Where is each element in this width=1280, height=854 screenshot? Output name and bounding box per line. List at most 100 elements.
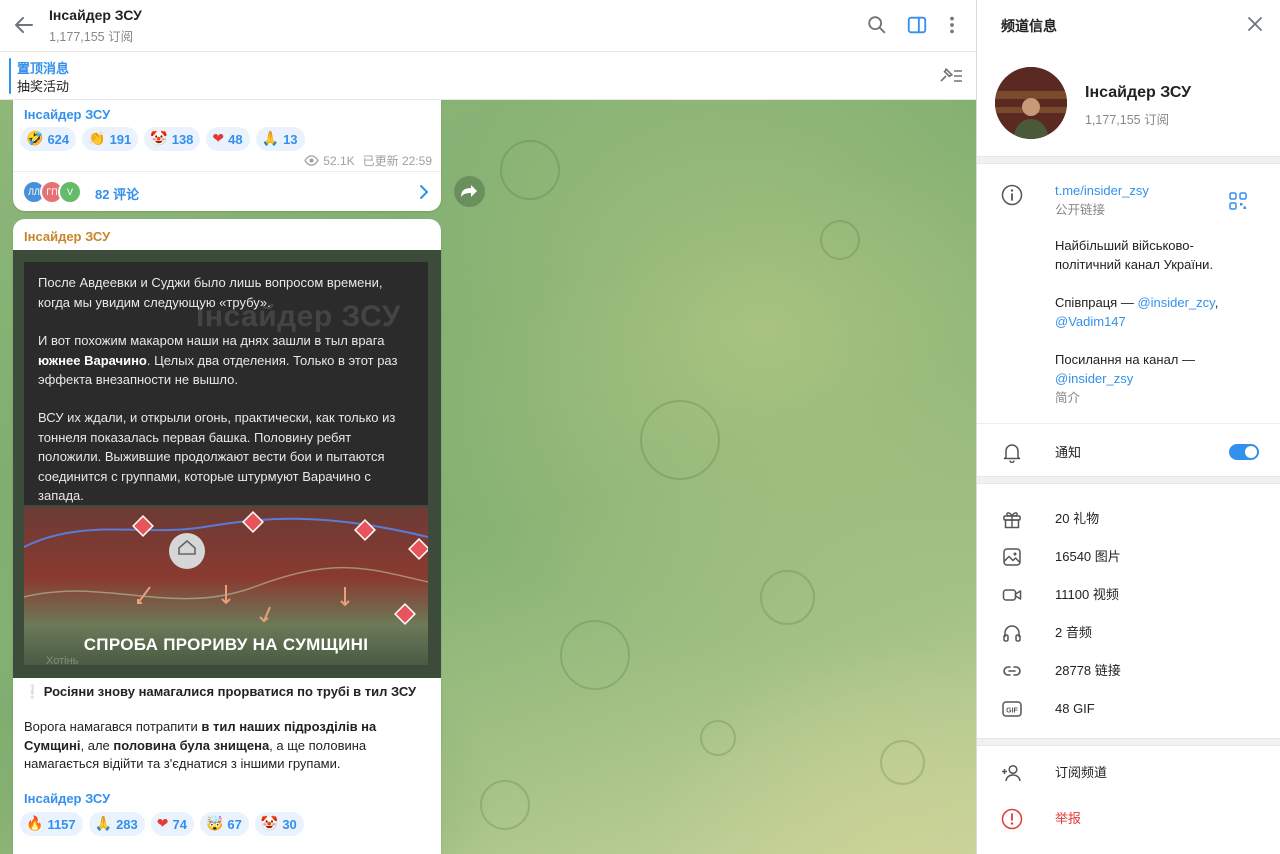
description-label: 简介 xyxy=(1055,391,1081,405)
back-arrow-icon[interactable] xyxy=(12,13,36,37)
reaction-emoji: 🙏 xyxy=(261,131,280,147)
reaction-count: 48 xyxy=(228,131,243,147)
sidebar-toggle-icon[interactable] xyxy=(906,14,928,36)
stat-row-audio[interactable]: 2 音频 xyxy=(977,614,1280,652)
pinned-list-icon[interactable] xyxy=(938,65,964,87)
reaction-chip[interactable]: 🔥 1157 xyxy=(20,812,83,836)
report-button[interactable]: 举报 xyxy=(977,800,1280,838)
message-time: 已更新 22:59 xyxy=(362,154,432,168)
notifications-toggle[interactable] xyxy=(1229,444,1259,460)
reaction-chip[interactable]: 🤡 30 xyxy=(254,812,304,836)
views-count: 52.1K xyxy=(323,153,355,168)
info-subscribers: 1,177,155 订阅 xyxy=(1085,113,1170,127)
notifications-label: 通知 xyxy=(1055,445,1082,460)
message-headline: ❕ Росіяни знову намагалися прорватися по… xyxy=(24,684,417,699)
stat-row-videos[interactable]: 11100 视频 xyxy=(977,576,1280,614)
reaction-count: 283 xyxy=(116,816,138,832)
report-icon xyxy=(1001,808,1023,830)
channel-link[interactable]: t.me/insider_zsy xyxy=(1055,181,1149,200)
message-bubble: Інсайдер ЗСУ Інсайдер ЗСУ После Авдеевки… xyxy=(13,219,441,854)
commenter-avatars: ЛЛ ГП V xyxy=(22,180,86,204)
add-user-icon xyxy=(1002,764,1021,782)
reaction-count: 67 xyxy=(227,816,242,832)
reaction-count: 624 xyxy=(47,131,70,147)
info-header: 频道信息 xyxy=(977,0,1280,48)
pinned-indicator xyxy=(9,58,11,94)
chat-area: Інсайдер ЗСУ 1,177,155 订阅 置顶消息 抽奖活动 Інса… xyxy=(0,0,976,854)
reaction-chip[interactable]: 🤣 624 xyxy=(20,127,77,151)
subscribe-label: 订阅频道 xyxy=(1055,765,1108,780)
reaction-chip[interactable]: ❤ 48 xyxy=(206,127,250,151)
stat-label: 16540 图片 xyxy=(1055,549,1121,564)
reaction-emoji: 👏 xyxy=(88,131,106,147)
reaction-chip[interactable]: 🤡 138 xyxy=(144,127,201,151)
reaction-chip[interactable]: 🤯 67 xyxy=(199,812,249,836)
reaction-emoji: 🔥 xyxy=(26,816,44,832)
gift-icon xyxy=(1003,512,1021,529)
pinned-message-bar[interactable]: 置顶消息 抽奖活动 xyxy=(0,52,976,100)
reactions-row: 🔥 1157 🙏 283 ❤ 74 🤯 67 🤡 30 xyxy=(20,812,304,836)
message-image[interactable]: Інсайдер ЗСУ После Авдеевки и Суджи было… xyxy=(13,250,441,678)
reaction-count: 74 xyxy=(172,816,187,832)
mention-link[interactable]: @insider_zsy xyxy=(1055,371,1133,386)
message-signature[interactable]: Інсайдер ЗСУ xyxy=(24,791,110,806)
image-paragraph: И вот похожим макаром наши на днях зашли… xyxy=(38,333,398,387)
search-icon[interactable] xyxy=(866,14,888,36)
reaction-emoji: 🤯 xyxy=(205,816,224,832)
reaction-count: 30 xyxy=(282,816,297,832)
info-channel-name: Інсайдер ЗСУ xyxy=(1085,84,1192,101)
image-text-panel: Інсайдер ЗСУ После Авдеевки и Суджи было… xyxy=(24,262,428,505)
stat-row-gifts[interactable]: 20 礼物 xyxy=(977,500,1280,538)
channel-description: Найбільший військово-політичний канал Ук… xyxy=(1055,238,1214,272)
stat-label: 11100 视频 xyxy=(1055,587,1119,602)
chevron-right-icon xyxy=(420,185,429,199)
bell-icon xyxy=(1003,444,1021,463)
channel-link-mention: Посилання на канал — @insider_zsy xyxy=(1055,352,1195,386)
message-author[interactable]: Інсайдер ЗСУ xyxy=(24,107,110,122)
reaction-emoji: 🤡 xyxy=(150,131,168,147)
channel-title[interactable]: Інсайдер ЗСУ xyxy=(49,7,142,23)
toggle-knob xyxy=(1245,446,1257,458)
reaction-chip[interactable]: 🙏 283 xyxy=(88,812,145,836)
map-image: Хотінь СПРОБА ПРОРИВУ НА СУМЩИНІ xyxy=(24,507,428,665)
channel-link-label: 公开链接 xyxy=(1055,203,1106,217)
svg-text:GIF: GIF xyxy=(1006,708,1018,715)
message-bubble: Інсайдер ЗСУ 🤣 624 👏 191 🤡 138 ❤ 48 🙏 13 52.1… xyxy=(13,92,441,211)
reactions-row: 🤣 624 👏 191 🤡 138 ❤ 48 🙏 13 xyxy=(20,127,305,151)
info-title: 频道信息 xyxy=(1001,18,1057,34)
close-icon[interactable] xyxy=(1245,14,1265,34)
avatar: V xyxy=(58,180,82,204)
channel-subscribers: 1,177,155 订阅 xyxy=(49,30,134,44)
reaction-chip[interactable]: 👏 191 xyxy=(82,127,139,151)
chat-header: Інсайдер ЗСУ 1,177,155 订阅 xyxy=(0,0,976,52)
mention-link[interactable]: @Vadim147 xyxy=(1055,314,1126,329)
stat-row-photos[interactable]: 16540 图片 xyxy=(977,538,1280,576)
subscribe-channel-button[interactable]: 订阅频道 xyxy=(977,754,1280,792)
mention-link[interactable]: @insider_zcy xyxy=(1137,295,1214,310)
reaction-emoji: 🤡 xyxy=(260,816,279,832)
reaction-emoji: 🤣 xyxy=(26,131,44,147)
section-divider xyxy=(977,476,1280,484)
reaction-chip[interactable]: 🙏 13 xyxy=(255,127,305,151)
message-author[interactable]: Інсайдер ЗСУ xyxy=(24,229,110,244)
reaction-chip[interactable]: ❤ 74 xyxy=(150,812,194,836)
reaction-count: 1157 xyxy=(47,816,76,832)
pinned-title: 置顶消息 xyxy=(17,61,70,76)
comments-label: 82 评论 xyxy=(95,187,140,202)
reaction-count: 138 xyxy=(171,131,194,147)
stat-row-links[interactable]: 28778 链接 xyxy=(977,652,1280,690)
link-icon xyxy=(1003,666,1021,676)
divider xyxy=(977,423,1280,424)
info-icon xyxy=(1001,184,1023,206)
comments-button[interactable]: ЛЛ ГП V 82 评论 xyxy=(13,171,441,211)
avatar-image xyxy=(995,67,1067,139)
more-vertical-icon[interactable] xyxy=(941,14,963,36)
forward-button[interactable] xyxy=(454,176,485,207)
reaction-count: 13 xyxy=(283,131,298,147)
stat-row-gifs[interactable]: GIF 48 GIF xyxy=(977,690,1280,728)
headphones-icon xyxy=(1003,625,1021,642)
gif-icon: GIF xyxy=(1002,701,1022,717)
qr-code-icon[interactable] xyxy=(1229,192,1247,210)
section-divider xyxy=(977,738,1280,746)
channel-avatar[interactable] xyxy=(995,67,1067,139)
